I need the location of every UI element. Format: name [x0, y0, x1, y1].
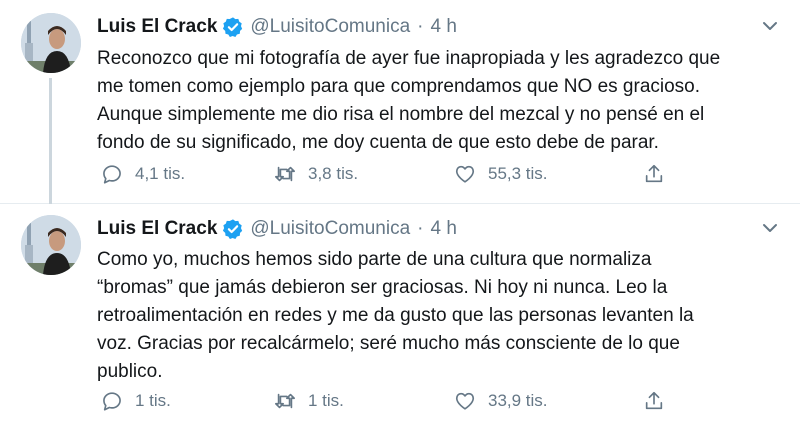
retweet-count: 3,8 tis. [308, 164, 359, 183]
share-icon [645, 391, 663, 410]
tweet-header: Luis El Crack @LuisitoComunica · 4 h [97, 218, 457, 240]
avatar[interactable] [21, 13, 81, 73]
reply-icon [103, 392, 121, 411]
author-name[interactable]: Luis El Crack [97, 16, 217, 38]
timestamp[interactable]: 4 h [430, 16, 456, 38]
retweet-icon [275, 166, 295, 182]
chevron-down-icon[interactable] [762, 222, 778, 234]
thread-connector-line [49, 78, 52, 204]
chevron-down-icon[interactable] [762, 20, 778, 32]
like-count: 55,3 tis. [488, 164, 548, 183]
tweet-2[interactable]: Luis El Crack @LuisitoComunica · 4 h Com… [0, 204, 800, 430]
retweet-count: 1 tis. [308, 391, 344, 410]
tweet-1[interactable]: Luis El Crack @LuisitoComunica · 4 h Rec… [0, 0, 800, 204]
author-handle[interactable]: @LuisitoComunica [250, 218, 410, 240]
share-button[interactable] [643, 390, 677, 412]
reply-button[interactable]: 4,1 tis. [101, 163, 185, 185]
tweet-text: Reconozco que mi fotografía de ayer fue … [97, 48, 721, 153]
heart-icon [455, 165, 475, 183]
avatar[interactable] [21, 215, 81, 275]
heart-icon [455, 392, 475, 410]
like-count: 33,9 tis. [488, 391, 548, 410]
reply-icon [103, 165, 121, 184]
reply-count: 4,1 tis. [135, 164, 186, 183]
reply-button[interactable]: 1 tis. [101, 390, 171, 412]
tweet-actions: 1 tis. 1 tis. 33,9 tis. [97, 390, 697, 418]
reply-count: 1 tis. [135, 391, 171, 410]
separator-dot: · [417, 16, 424, 37]
share-icon [645, 164, 663, 183]
author-name[interactable]: Luis El Crack [97, 218, 217, 240]
tweet-actions: 4,1 tis. 3,8 tis. 55,3 tis. [97, 163, 697, 191]
retweet-icon [275, 393, 295, 409]
verified-badge-icon [223, 219, 243, 239]
retweet-button[interactable]: 1 tis. [274, 390, 344, 412]
tweet-text: Como yo, muchos hemos sido parte de una … [97, 249, 694, 382]
verified-badge-icon [223, 17, 243, 37]
author-handle[interactable]: @LuisitoComunica [250, 16, 410, 38]
separator-dot: · [417, 218, 424, 239]
timestamp[interactable]: 4 h [430, 218, 456, 240]
like-button[interactable]: 33,9 tis. [454, 390, 548, 412]
like-button[interactable]: 55,3 tis. [454, 163, 548, 185]
share-button[interactable] [643, 163, 677, 185]
retweet-button[interactable]: 3,8 tis. [274, 163, 358, 185]
tweet-header: Luis El Crack @LuisitoComunica · 4 h [97, 16, 457, 38]
